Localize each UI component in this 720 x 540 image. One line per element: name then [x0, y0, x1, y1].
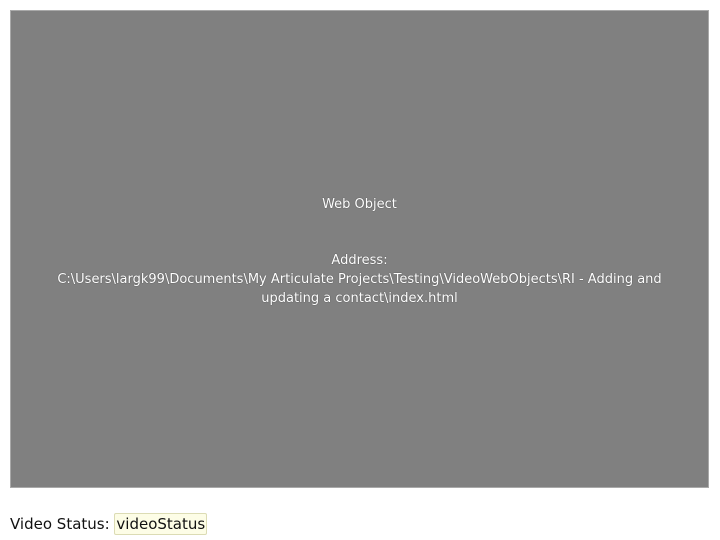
web-object-title: Web Object: [322, 197, 397, 212]
web-object-address-path: C:\Users\largk99\Documents\My Articulate…: [57, 272, 662, 306]
video-status-label: Video Status:: [10, 515, 115, 533]
slide-stage: Web Object Address: C:\Users\largk99\Doc…: [0, 0, 720, 540]
video-status-variable: videoStatus: [114, 513, 208, 535]
video-status-row: Video Status: videoStatus: [10, 513, 208, 535]
web-object-placeholder[interactable]: Web Object Address: C:\Users\largk99\Doc…: [10, 10, 709, 488]
web-object-address: Address: C:\Users\largk99\Documents\My A…: [29, 251, 690, 308]
web-object-address-label: Address:: [331, 253, 388, 268]
